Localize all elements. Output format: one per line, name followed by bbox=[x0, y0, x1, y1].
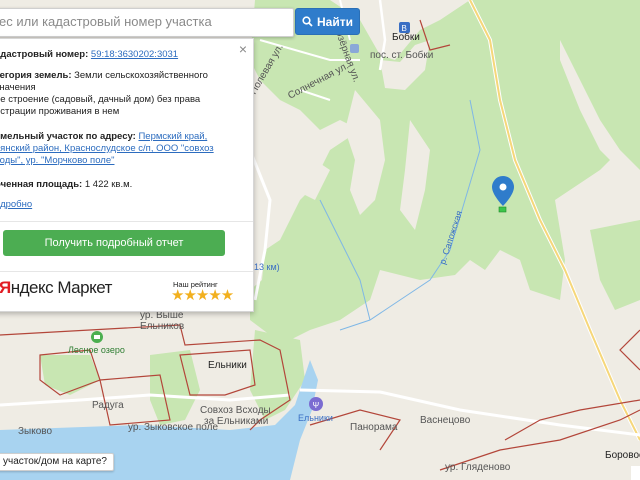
address-link-2[interactable]: рянский район, Краснослудское с/п, ООО "… bbox=[0, 143, 214, 154]
get-report-button-label: Получить подробный отчет bbox=[44, 237, 184, 249]
bus-station-icon[interactable]: Ψ bbox=[309, 397, 323, 411]
find-button[interactable]: Найти bbox=[295, 8, 360, 35]
divider bbox=[0, 221, 253, 222]
cadastral-number-link[interactable]: 59:18:3630202:3031 bbox=[91, 49, 178, 60]
label-vasnetsovo: Васнецово bbox=[420, 415, 471, 426]
use-text-2: истрации проживания в нем bbox=[0, 106, 120, 117]
svg-text:B: B bbox=[402, 24, 407, 33]
more-details-link[interactable]: одробно bbox=[0, 199, 32, 210]
more-row: одробно bbox=[0, 199, 231, 211]
area-value: 1 422 кв.м. bbox=[84, 179, 133, 190]
label-glyadenovo: ур. Гляденово bbox=[445, 462, 511, 473]
label-elniki: Ельники bbox=[208, 360, 247, 371]
label-elnikov: Ельников bbox=[140, 321, 184, 332]
railway-icon[interactable] bbox=[350, 44, 359, 53]
svg-text:Ψ: Ψ bbox=[313, 401, 320, 410]
use-text-1: ое строение (садовый, дачный дом) без пр… bbox=[0, 94, 201, 105]
close-icon[interactable]: × bbox=[237, 42, 249, 56]
label-pos-bobki: пос. ст. Бобки bbox=[370, 49, 433, 61]
address-link-3[interactable]: ходы", ур. "Морчково поле" bbox=[0, 155, 114, 166]
category-row: тегория земель: Земли сельскохозяйственн… bbox=[0, 70, 231, 118]
category-label: тегория земель: bbox=[0, 70, 72, 81]
search-box[interactable] bbox=[0, 8, 295, 37]
area-label: оченная площадь: bbox=[0, 179, 83, 190]
label-elniki-stop: Ельники bbox=[298, 413, 333, 423]
search-input[interactable] bbox=[0, 9, 295, 34]
label-zykovo: Зыково bbox=[18, 426, 52, 437]
category-value-1: Земли сельскохозяйственного bbox=[74, 70, 208, 81]
label-ur-zykovskoe: ур. Зыковское поле bbox=[128, 422, 218, 433]
cadastral-label: адастровый номер: bbox=[0, 49, 89, 60]
label-sovhoz-1: Совхоз Всходы bbox=[200, 405, 271, 416]
address-label: емельный участок по адресу: bbox=[0, 131, 136, 142]
yandex-market-logo[interactable]: Яндекс Маркет bbox=[0, 279, 112, 296]
yandex-market-logo-text: ндекс Маркет bbox=[10, 278, 113, 297]
label-borovaya: Боровое bbox=[605, 450, 640, 461]
divider bbox=[0, 271, 253, 272]
parcel-info-panel: × адастровый номер: 59:18:3630202:3031 т… bbox=[0, 38, 254, 312]
find-button-label: Найти bbox=[317, 14, 353, 29]
category-value-2: значения bbox=[0, 82, 36, 93]
area-row: оченная площадь: 1 422 кв.м. bbox=[0, 179, 231, 191]
parcel-on-map-question[interactable]: участок/дом на карте? bbox=[0, 453, 114, 471]
search-icon bbox=[302, 16, 313, 27]
bus-stop-icon[interactable]: B bbox=[399, 22, 410, 33]
cadastral-row: адастровый номер: 59:18:3630202:3031 bbox=[0, 49, 231, 61]
rating-stars: ★★★★★ bbox=[171, 287, 234, 304]
park-icon[interactable] bbox=[91, 331, 103, 343]
map-corner-mark bbox=[631, 466, 640, 480]
address-link-1[interactable]: Пермский край, bbox=[138, 131, 207, 142]
get-report-button[interactable]: Получить подробный отчет bbox=[3, 230, 225, 256]
label-lesnoe: Лесное озеро bbox=[68, 345, 125, 355]
label-raduga: Радуга bbox=[92, 400, 124, 411]
address-row: емельный участок по адресу: Пермский кра… bbox=[0, 131, 231, 167]
label-13km: 13 км) bbox=[254, 262, 280, 272]
label-panorama: Панорама bbox=[350, 422, 398, 433]
yandex-market-logo-y: Я bbox=[0, 278, 11, 297]
